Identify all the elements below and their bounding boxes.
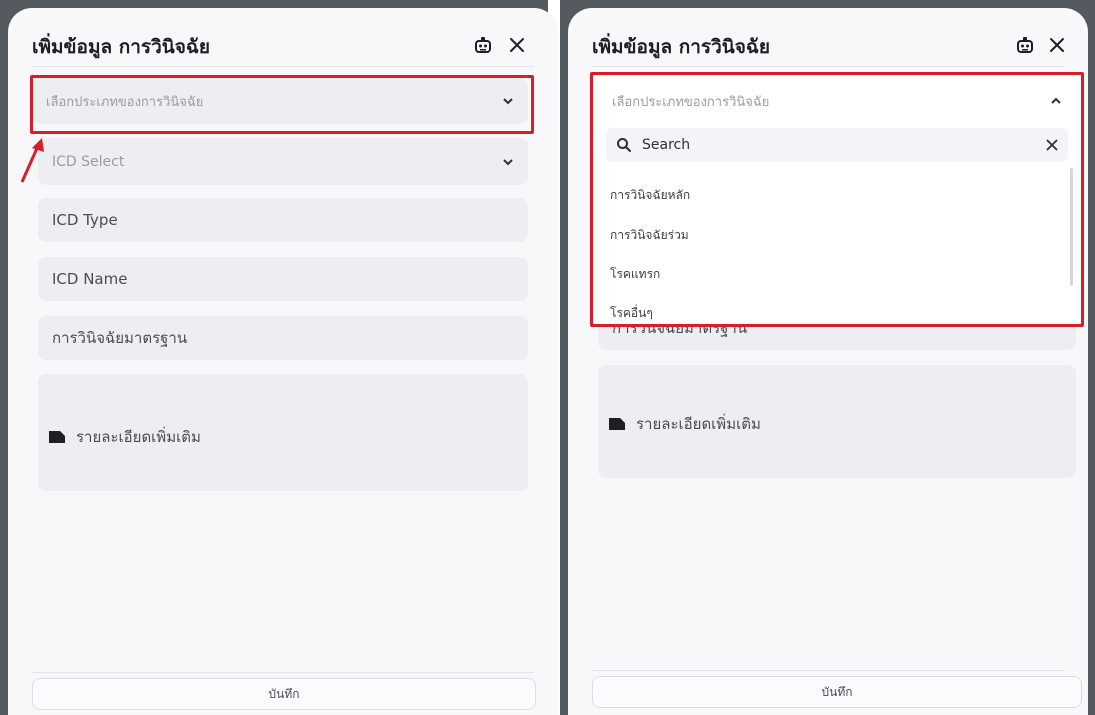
more-details-label-row: รายละเอียดเพิ่มเติม (608, 412, 761, 436)
dialog-title: เพิ่มข้อมูล การวินิจฉัย (592, 36, 770, 58)
save-label: บันทึก (268, 686, 300, 701)
header-divider (32, 66, 534, 67)
icd-name-label: ICD Name (52, 270, 128, 288)
annotation-arrow-icon (20, 138, 44, 183)
footer-divider (32, 672, 534, 673)
note-icon (49, 431, 65, 443)
chevron-down-icon (503, 158, 513, 165)
save-label: บันทึก (821, 684, 853, 699)
save-button[interactable]: บันทึก (32, 678, 536, 710)
icd-select-placeholder: ICD Select (52, 153, 125, 170)
highlight-box (30, 75, 534, 134)
more-details-label: รายละเอียดเพิ่มเติม (636, 415, 761, 433)
dialog-panel-left: เพิ่มข้อมูล การวินิจฉัย เลือกประเภทของกา… (8, 8, 558, 715)
dialog-title: เพิ่มข้อมูล การวินิจฉัย (32, 36, 210, 58)
close-icon[interactable] (504, 32, 530, 58)
icd-select[interactable]: ICD Select (38, 138, 528, 185)
note-icon (609, 418, 625, 430)
standard-diagnosis-label: การวินิจฉัยมาตรฐาน (52, 329, 188, 347)
footer-divider (592, 670, 1064, 671)
header-divider (592, 66, 1064, 67)
icd-type-label: ICD Type (52, 211, 118, 229)
more-details-label-row: รายละเอียดเพิ่มเติม (48, 425, 201, 449)
robot-icon[interactable] (1012, 32, 1038, 58)
robot-icon[interactable] (470, 32, 496, 58)
icd-name-field[interactable]: ICD Name (38, 257, 528, 301)
more-details-label: รายละเอียดเพิ่มเติม (76, 428, 201, 446)
close-icon[interactable] (1044, 32, 1070, 58)
icd-type-field[interactable]: ICD Type (38, 198, 528, 242)
standard-diagnosis-field[interactable]: การวินิจฉัยมาตรฐาน (38, 316, 528, 360)
highlight-box (590, 72, 1084, 327)
save-button[interactable]: บันทึก (592, 676, 1082, 708)
dialog-panel-right: เพิ่มข้อมูล การวินิจฉัย การวินิจฉัยมาตรฐ… (568, 8, 1088, 715)
